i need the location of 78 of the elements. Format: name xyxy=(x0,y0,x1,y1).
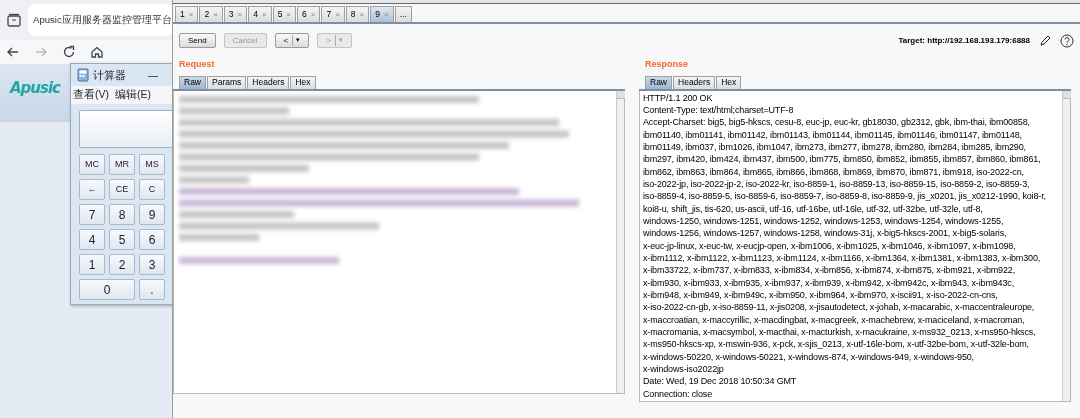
calculator-key[interactable]: 5 xyxy=(109,229,135,250)
response-line: x-ibm33722, x-ibm737, x-ibm833, x-ibm834, x-ibm856, x-ibm874, x-ibm875, x-ibm921, x-ibm922, xyxy=(643,264,1016,277)
editor-tab[interactable]: Hex xyxy=(716,75,742,89)
pane-title: Response xyxy=(644,58,689,71)
calculator-key[interactable]: MS xyxy=(139,154,165,175)
calculator-key[interactable]: 0 xyxy=(79,279,135,300)
response-line: iso-8859-4, iso-8859-5, iso-8859-6, iso-8859-7, iso-8859-8, iso-8859-9, jis_x0201, jis_x0212-1990, koi8-r, xyxy=(643,190,1047,203)
repeater-tab[interactable]: 5 × xyxy=(272,6,297,22)
repeater-tab[interactable]: ... xyxy=(394,6,412,22)
response-line: x-ibm1112, x-ibm1122, x-ibm1123, x-ibm1124, x-ibm1166, x-ibm1364, x-ibm1381, x-ibm1383, x-ibm300, xyxy=(643,251,1042,265)
scrollbar[interactable] xyxy=(616,90,624,393)
editor-tab[interactable]: Headers xyxy=(673,75,716,89)
response-line: windows-1250, windows-1251, windows-1252, windows-1253, windows-1254, windows-1255, xyxy=(643,214,1005,228)
repeater-tab[interactable]: 9 × xyxy=(370,6,394,22)
calculator-key[interactable]: 7 xyxy=(79,204,105,225)
target-label: Target: http://192.168.193.179:6888 xyxy=(898,34,1030,47)
editor-tab[interactable]: Params xyxy=(207,75,247,89)
site-logo: Apusic xyxy=(10,79,60,97)
calculator-key[interactable]: 6 xyxy=(139,229,165,250)
reload-icon[interactable] xyxy=(62,45,76,59)
calculator-key[interactable]: 1 xyxy=(79,254,105,275)
response-line: koi8-u, shift_jis, tis-620, us-ascii, utf-16, utf-16be, utf-16le, utf-32, utf-32be, utf-32le, utf-8, xyxy=(643,202,984,215)
repeater-tab[interactable]: 3 × xyxy=(223,6,248,22)
response-line: x-windows-50220, x-windows-50221, x-windows-874, x-windows-949, x-windows-950, xyxy=(643,350,975,364)
response-line: Date: Wed, 19 Dec 2018 10:50:34 GMT xyxy=(643,375,798,388)
scrollbar[interactable] xyxy=(1062,90,1070,402)
browser-tab[interactable]: Apusic应用服务器监控管理平台 xyxy=(28,4,174,36)
repeater-tab[interactable]: 2 × xyxy=(199,6,223,22)
calculator-key[interactable]: 4 xyxy=(79,229,105,250)
calculator-icon xyxy=(77,68,89,82)
repeater-tab[interactable]: 8 × xyxy=(345,6,370,22)
calculator-key[interactable]: MC xyxy=(79,154,105,175)
menu-item[interactable]: 查看(V) xyxy=(73,87,109,103)
editor-tab[interactable]: Hex xyxy=(290,75,316,89)
calculator-key[interactable]: MR xyxy=(109,154,135,175)
repeater-tab[interactable]: 4 × xyxy=(248,6,272,22)
response-line: x-windows-iso2022jp xyxy=(643,363,725,376)
tab-list-icon[interactable] xyxy=(6,12,22,28)
response-line: x-iso-2022-cn-gb, x-iso-8859-11, x-jis0208, x-jisautodetect, x-johab, x-macarabic, x-maccentraleurope, xyxy=(643,301,1036,314)
response-line: Accept-Charset: big5, big5-hkscs, cesu-8, euc-jp, euc-kr, gb18030, gb2312, gbk, ibm-thai, ibm00858, xyxy=(643,116,1031,129)
response-line: Connection: close xyxy=(643,387,713,401)
response-line: x-macromania, x-macsymbol, x-macthai, x-macturkish, x-macukraine, x-ms932_0213, x-ms950-hkscs, xyxy=(643,326,1037,339)
calculator-key[interactable]: C xyxy=(139,179,165,200)
response-line: ibm01149, ibm037, ibm1026, ibm1047, ibm273, ibm277, ibm278, ibm280, ibm284, ibm285, ibm290, xyxy=(643,140,1027,154)
editor-tab[interactable]: Headers xyxy=(247,75,290,89)
response-line: ibm01140, ibm01141, ibm01142, ibm01143, ibm01144, ibm01145, ibm01146, ibm01147, ibm01148, xyxy=(643,128,1023,141)
calculator-key[interactable]: . xyxy=(139,279,165,300)
response-line: HTTP/1.1 200 OK xyxy=(643,91,714,104)
response-line: x-maccroatian, x-maccyrillic, x-macdingbat, x-macgreek, x-machebrew, x-maciceland, x-macroman, xyxy=(643,313,1026,327)
calculator-key[interactable]: 9 xyxy=(139,204,165,225)
calculator-key[interactable]: 8 xyxy=(109,204,135,225)
response-line: Content-Type: text/html;charset=UTF-8 xyxy=(643,103,795,117)
toolbar-button[interactable]: Send xyxy=(179,33,216,48)
calculator-key[interactable]: 2 xyxy=(109,254,135,275)
response-line: ibm862, ibm863, ibm864, ibm865, ibm866, ibm868, ibm869, ibm870, ibm871, ibm918, iso-2022-cn, xyxy=(643,165,1025,178)
repeater-tab[interactable]: 1 × xyxy=(175,6,199,22)
editor-tab[interactable]: Raw xyxy=(645,75,672,89)
repeater-tab[interactable]: 7 × xyxy=(321,6,345,22)
back-icon[interactable] xyxy=(6,45,20,59)
calculator-key[interactable]: ← xyxy=(79,179,105,200)
home-icon[interactable] xyxy=(90,45,104,59)
editor-tab[interactable]: Raw xyxy=(179,75,206,89)
response-line: iso-2022-jp, iso-2022-jp-2, iso-2022-kr, iso-8859-1, iso-8859-13, iso-8859-15, iso-8859-2, iso-8859-3, xyxy=(643,177,1031,191)
edit-icon[interactable] xyxy=(1038,33,1052,48)
response-line: x-ibm930, x-ibm933, x-ibm935, x-ibm937, x-ibm939, x-ibm942, x-ibm942c, x-ibm943, x-ibm943c, xyxy=(643,276,1015,289)
repeater-tab[interactable]: 6 × xyxy=(297,6,321,22)
help-icon[interactable] xyxy=(1060,33,1074,48)
minimize-button[interactable]: — xyxy=(148,67,158,83)
menu-item[interactable]: 编辑(E) xyxy=(115,87,151,103)
calculator-key[interactable]: CE xyxy=(109,179,135,200)
response-line: x-ms950-hkscs-xp, x-mswin-936, x-pck, x-sjis_0213, x-utf-16le-bom, x-utf-32be-bom, x-utf-32le-bom, xyxy=(643,338,1030,351)
pane-title: Request xyxy=(178,58,216,71)
response-line: ibm297, ibm420, ibm424, ibm437, ibm500, ibm775, ibm850, ibm852, ibm855, ibm857, ibm860, ibm861, xyxy=(643,153,1042,166)
response-line: x-euc-jp-linux, x-euc-tw, x-eucjp-open, x-ibm1006, x-ibm1025, x-ibm1046, x-ibm1097, x-ibm1098, xyxy=(643,239,1017,252)
window-title: 计算器 xyxy=(93,67,126,83)
response-line: windows-1256, windows-1257, windows-1258, windows-31j, x-big5-hkscs-2001, x-big5-solaris, xyxy=(643,227,1008,240)
calculator-key[interactable]: 3 xyxy=(139,254,165,275)
response-line: x-ibm948, x-ibm949, x-ibm949c, x-ibm950, x-ibm964, x-ibm970, x-iscii91, x-iso-2022-cn-cns, xyxy=(643,289,999,302)
